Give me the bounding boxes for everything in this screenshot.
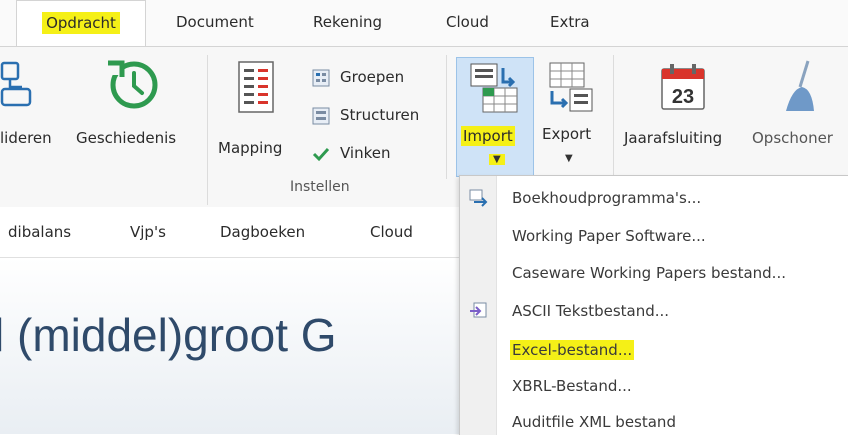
menu-item-xbrl-bestand[interactable]: XBRL-Bestand... [460, 370, 848, 402]
calendar-day: 23 [672, 86, 694, 108]
menu-item-label: Auditfile XML bestand [512, 413, 676, 431]
groepen-icon [312, 69, 330, 87]
tab-extra[interactable]: Extra [550, 0, 590, 46]
opschonen-button[interactable]: Opschoner [752, 57, 848, 167]
tab-cloud-label: Cloud [446, 13, 489, 31]
tab-rekening[interactable]: Rekening [313, 0, 382, 46]
menu-item-auditfile-xml[interactable]: Auditfile XML bestand [460, 408, 848, 435]
tab-document[interactable]: Document [176, 0, 254, 46]
groepen-button[interactable]: Groepen [312, 67, 432, 91]
geschiedenis-button[interactable]: Geschiedenis [74, 57, 198, 157]
import-dropdown-caret: ▼ [489, 154, 505, 165]
instellen-group-label: Instellen [290, 179, 350, 195]
menu-item-excel-bestand[interactable]: Excel-bestand... [460, 333, 848, 365]
groepen-label: Groepen [340, 68, 405, 86]
tab-opdracht-label: Opdracht [42, 12, 120, 34]
tab-document-label: Document [176, 13, 254, 31]
export-button[interactable]: Export ▼ [536, 57, 606, 175]
page-title: l (middel)groot G [0, 309, 337, 361]
subtab-dagboeken[interactable]: Dagboeken [220, 223, 305, 241]
group-separator [207, 55, 208, 205]
tab-opdracht[interactable]: Opdracht [16, 0, 146, 47]
opschonen-label: Opschoner [752, 129, 833, 147]
checkmark-icon [312, 147, 330, 162]
export-dropdown-caret: ▼ [565, 153, 573, 164]
menu-item-label: Excel-bestand... [510, 340, 635, 360]
subtab-proefsaldibalans[interactable]: dibalans [8, 223, 71, 241]
subtab-vjps[interactable]: Vjp's [130, 223, 166, 241]
ribbon-tab-bar: Opdracht Document Rekening Cloud Extra [0, 0, 848, 47]
import-button[interactable]: Import ▼ [456, 57, 534, 177]
menu-item-label-text: Excel-bestand... [512, 341, 633, 359]
menu-item-label: XBRL-Bestand... [512, 377, 632, 395]
export-label: Export [542, 125, 592, 143]
menu-item-label: ASCII Tekstbestand... [512, 302, 670, 320]
valideren-button[interactable]: lideren [0, 57, 72, 157]
menu-item-label: Caseware Working Papers bestand... [512, 264, 786, 282]
jaarafsluiting-button[interactable]: 23 Jaarafsluiting [620, 57, 750, 167]
import-label-text: Import [463, 127, 513, 145]
import-program-icon [469, 189, 488, 207]
geschiedenis-label: Geschiedenis [76, 129, 177, 147]
vinken-label: Vinken [340, 144, 391, 162]
group-separator [446, 55, 447, 179]
subtab-cloud[interactable]: Cloud [370, 223, 413, 241]
mapping-button[interactable]: Mapping [218, 57, 304, 167]
mapping-icon [238, 61, 274, 113]
tab-cloud[interactable]: Cloud [446, 0, 489, 46]
menu-item-working-paper-software[interactable]: Working Paper Software... [460, 220, 848, 252]
vinken-button[interactable]: Vinken [312, 143, 422, 167]
import-label: Import [461, 126, 515, 146]
import-icon [470, 63, 518, 113]
export-icon [549, 62, 593, 112]
menu-item-caseware-working-papers[interactable]: Caseware Working Papers bestand... [460, 257, 848, 289]
calendar-icon: 23 [661, 64, 705, 110]
group-separator [613, 55, 614, 179]
import-text-icon [470, 302, 487, 318]
menu-item-ascii-tekstbestand[interactable]: ASCII Tekstbestand... [460, 295, 848, 327]
structuren-button[interactable]: Structuren [312, 105, 442, 129]
history-icon [108, 60, 158, 109]
import-menu: Boekhoudprogramma's... Working Paper Sof… [459, 175, 848, 435]
structuren-label: Structuren [340, 106, 420, 124]
broom-icon [786, 60, 814, 111]
mapping-label: Mapping [218, 139, 283, 157]
menu-item-label: Working Paper Software... [512, 227, 706, 245]
menu-item-boekhoudprogrammas[interactable]: Boekhoudprogramma's... [460, 182, 848, 214]
tab-rekening-label: Rekening [313, 13, 383, 31]
tab-extra-label: Extra [550, 13, 590, 31]
document-area: l (middel)groot G [0, 258, 460, 434]
valideren-label: lideren [0, 129, 52, 147]
structuren-icon [312, 107, 330, 125]
jaarafsluiting-label: Jaarafsluiting [624, 129, 723, 147]
sub-tab-bar: dibalans Vjp's Dagboeken Cloud [0, 207, 460, 258]
menu-item-label: Boekhoudprogramma's... [512, 189, 702, 207]
valideren-icon [0, 61, 32, 107]
